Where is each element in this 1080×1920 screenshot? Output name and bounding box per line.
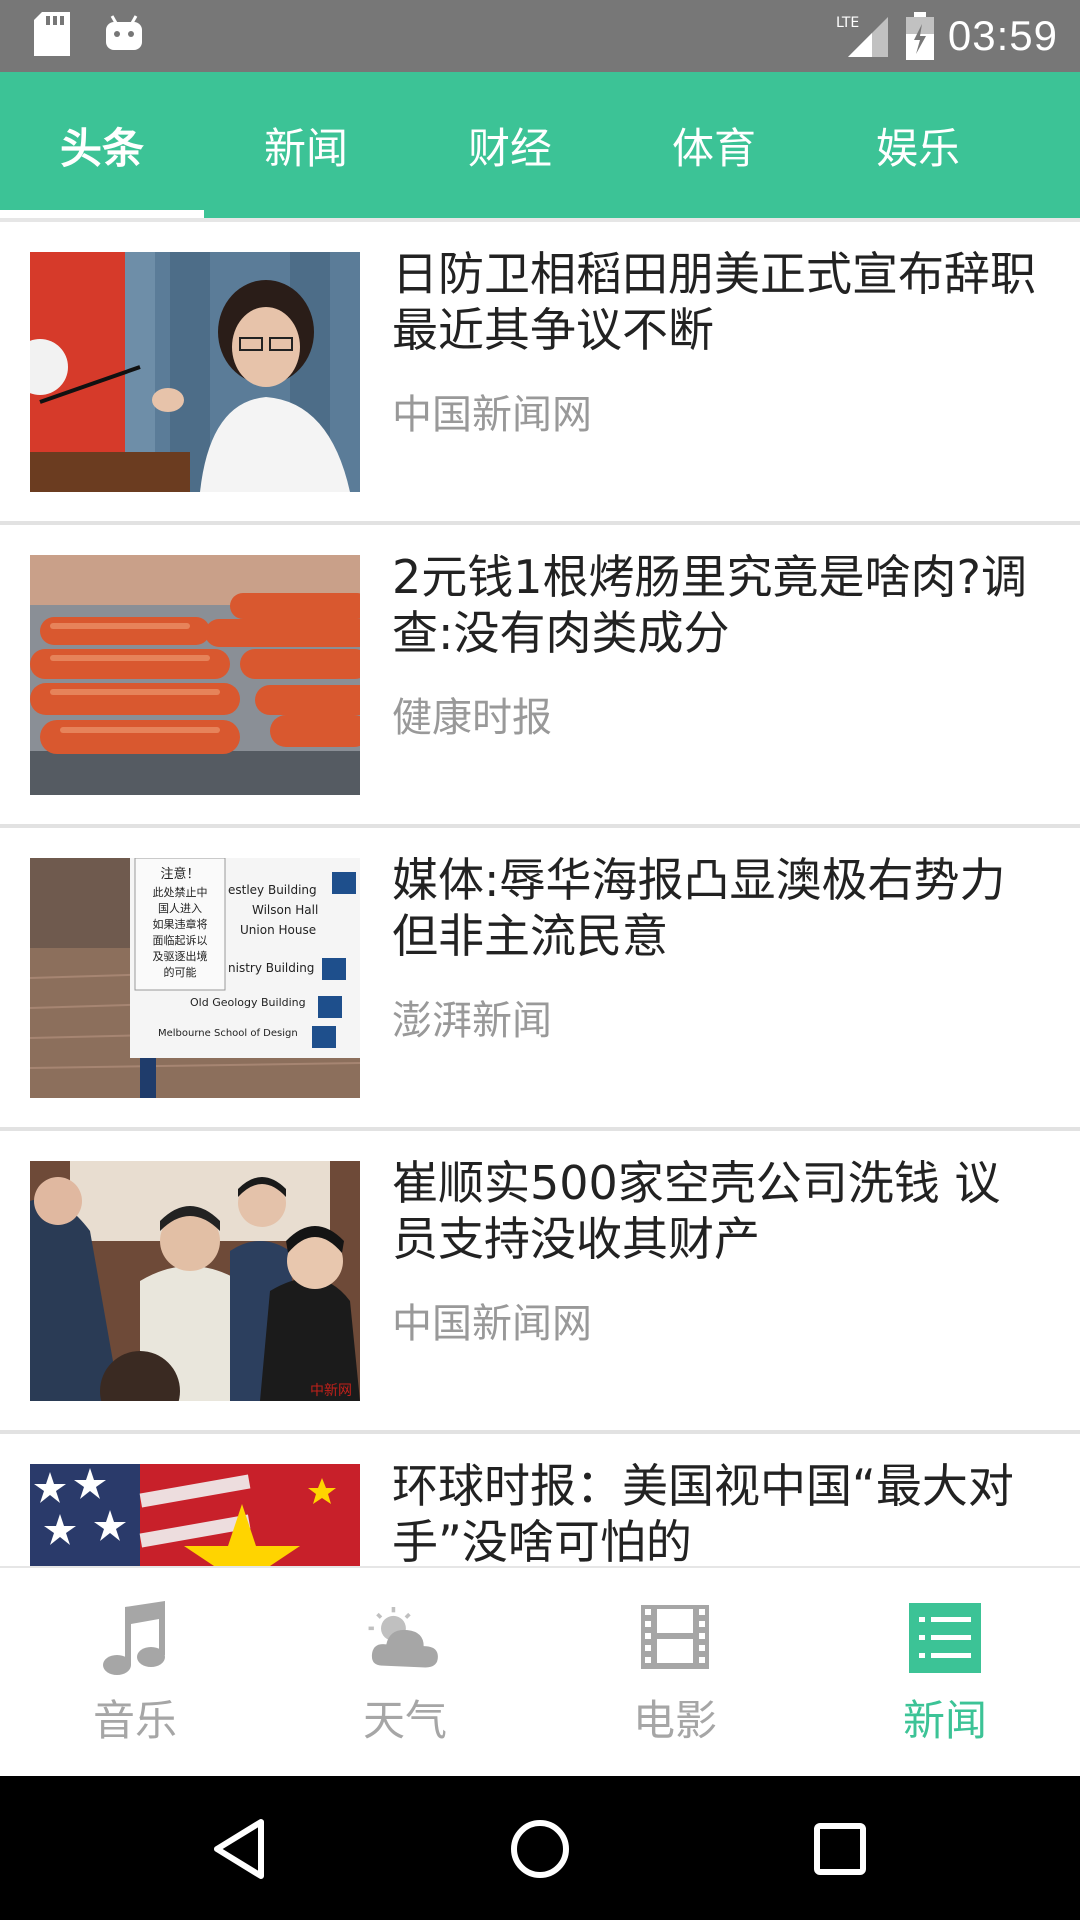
notice-line: 的可能: [164, 965, 197, 979]
sign-line: nistry Building: [228, 961, 314, 975]
news-item[interactable]: 日防卫相稻田朋美正式宣布辞职 最近其争议不断 中国新闻网: [0, 222, 1080, 525]
tab-sports[interactable]: 体育: [612, 72, 816, 218]
tab-label: 头条: [59, 123, 144, 173]
android-icon: [106, 15, 142, 50]
tab-label: 新闻: [263, 123, 348, 173]
news-thumbnail: 中新网: [30, 1161, 360, 1401]
tab-entertainment[interactable]: 娱乐: [816, 72, 1020, 218]
news-source: 健康时报: [392, 695, 552, 741]
notice-line: 此处禁止中: [153, 886, 208, 899]
news-source: 澎湃新闻: [392, 998, 552, 1044]
bottom-navigation: 音乐 天气 电影 新闻: [0, 1566, 1080, 1778]
nav-music[interactable]: 音乐: [0, 1568, 270, 1778]
battery-icon: [905, 12, 934, 60]
nav-weather[interactable]: 天气: [270, 1568, 540, 1778]
news-list-icon: [909, 1602, 981, 1673]
news-thumbnail: [30, 1464, 360, 1566]
sign-line: Melbourne School of Design: [158, 1028, 298, 1039]
tab-label: 财经: [467, 123, 552, 173]
notice-line: 如果违章将: [153, 917, 208, 931]
news-item[interactable]: 中新网 崔顺实500家空壳公司洗钱 议员支持没收其财产 中国新闻网: [0, 1131, 1080, 1434]
active-tab-indicator: [0, 210, 204, 218]
sign-line: estley Building: [228, 883, 317, 897]
news-source: 中国新闻网: [392, 1301, 592, 1347]
film-icon: [641, 1604, 709, 1669]
network-type: LTE: [836, 15, 859, 31]
tab-headlines[interactable]: 头条: [0, 72, 204, 218]
news-title: 媒体:辱华海报凸显澳极右势力但非主流民意: [392, 853, 1006, 963]
news-thumbnail: [30, 252, 360, 492]
news-title: 环球时报：美国视中国“最大对手”没啥可怕的: [392, 1459, 1014, 1566]
news-title: 日防卫相稻田朋美正式宣布辞职 最近其争议不断: [392, 247, 1036, 357]
sign-line: Union House: [240, 923, 316, 937]
sign-line: Old Geology Building: [190, 996, 306, 1009]
status-bar: LTE 03:59: [0, 0, 1080, 72]
news-thumbnail: 注意！ 此处禁止中 国人进入 如果违章将 面临起诉以 及驱逐出境 的可能 est…: [30, 858, 360, 1098]
sign-line: Wilson Hall: [252, 903, 318, 917]
music-note-icon: [103, 1600, 165, 1675]
tab-news[interactable]: 新闻: [204, 72, 408, 218]
tab-label: 体育: [671, 123, 756, 173]
news-thumbnail: [30, 555, 360, 795]
tab-finance[interactable]: 财经: [408, 72, 612, 218]
nav-movie[interactable]: 电影: [540, 1568, 810, 1778]
nav-label: 新闻: [902, 1695, 987, 1745]
tab-label: 娱乐: [875, 123, 960, 173]
notice-line: 国人进入: [158, 902, 202, 915]
signal-icon: LTE: [836, 15, 888, 57]
nav-label: 天气: [362, 1695, 447, 1745]
news-source: 中国新闻网: [392, 392, 592, 438]
notice-line: 及驱逐出境: [153, 949, 208, 963]
image-watermark: 中新网: [310, 1383, 352, 1399]
sd-card-icon: [34, 12, 70, 56]
nav-news[interactable]: 新闻: [810, 1568, 1080, 1778]
news-item[interactable]: 注意！ 此处禁止中 国人进入 如果违章将 面临起诉以 及驱逐出境 的可能 est…: [0, 828, 1080, 1131]
notice-line: 注意！: [160, 866, 199, 882]
news-item[interactable]: 环球时报：美国视中国“最大对手”没啥可怕的: [0, 1434, 1080, 1566]
category-tabs: 头条 新闻 财经 体育 娱乐: [0, 72, 1080, 218]
news-title: 2元钱1根烤肠里究竟是啥肉?调查:没有肉类成分: [392, 550, 1027, 660]
home-icon[interactable]: [495, 1804, 585, 1894]
back-icon[interactable]: [195, 1804, 285, 1894]
news-list[interactable]: 日防卫相稻田朋美正式宣布辞职 最近其争议不断 中国新闻网 2元钱1根烤肠里究竟是…: [0, 222, 1080, 1566]
news-title: 崔顺实500家空壳公司洗钱 议员支持没收其财产: [392, 1156, 1001, 1266]
news-item[interactable]: 2元钱1根烤肠里究竟是啥肉?调查:没有肉类成分 健康时报: [0, 525, 1080, 828]
system-navigation-bar: [0, 1776, 1080, 1920]
nav-label: 电影: [632, 1695, 717, 1745]
notice-line: 面临起诉以: [153, 933, 208, 947]
recent-apps-icon[interactable]: [795, 1804, 885, 1894]
weather-icon: [368, 1606, 438, 1667]
nav-label: 音乐: [92, 1695, 177, 1745]
clock: 03:59: [947, 12, 1058, 59]
